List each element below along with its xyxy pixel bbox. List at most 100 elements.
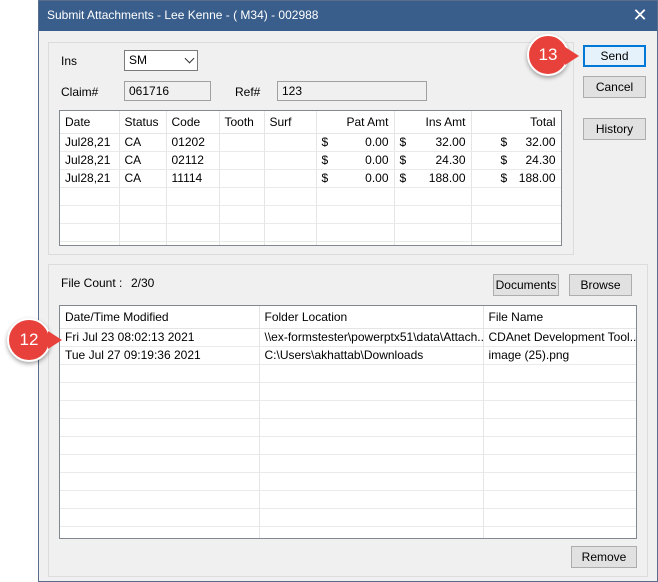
title-bar: Submit Attachments - Lee Kenne - ( M34) … — [39, 1, 657, 31]
callout-send-number: 13 — [538, 45, 558, 64]
ins-label: Ins — [61, 54, 78, 68]
cell-surf — [264, 151, 317, 170]
procedures-header-row: Date Status Code Tooth Surf Pat Amt Ins … — [60, 111, 561, 134]
table-row-empty — [60, 205, 561, 224]
currency-symbol: $ — [399, 135, 407, 149]
table-row-empty — [60, 223, 561, 242]
callout-file-number: 12 — [19, 330, 39, 349]
column-header-ins-amt[interactable]: Ins Amt — [394, 111, 472, 134]
callout-arrow-file — [48, 331, 62, 349]
table-row-empty — [60, 382, 636, 401]
documents-button[interactable]: Documents — [493, 274, 559, 296]
cell-total: $188.00 — [471, 169, 561, 188]
cancel-button[interactable]: Cancel — [583, 76, 646, 98]
file-count-value: 2/30 — [131, 276, 155, 290]
currency-symbol: $ — [500, 153, 508, 167]
currency-symbol: $ — [500, 171, 508, 185]
currency-symbol: $ — [399, 153, 407, 167]
table-row[interactable]: Jul28,21 CA 02112 $0.00 $24.30 $24.30 — [60, 151, 561, 170]
amount: 0.00 — [365, 171, 389, 185]
cell-ins-amt: $188.00 — [394, 169, 472, 188]
cell-date-modified: Tue Jul 27 09:19:36 2021 — [60, 346, 260, 365]
cell-folder-location: \\ex-formstester\powerptx51\data\Attach.… — [259, 328, 484, 347]
cell-pat-amt: $0.00 — [316, 133, 395, 152]
ins-select-value: SM — [129, 53, 147, 67]
amount: 24.30 — [435, 153, 466, 167]
ins-select[interactable]: SM — [124, 50, 198, 71]
table-row-empty — [60, 490, 636, 509]
column-header-code[interactable]: Code — [166, 111, 220, 134]
cell-date-modified: Fri Jul 23 08:02:13 2021 — [60, 328, 260, 347]
amount: 188.00 — [428, 171, 466, 185]
callout-badge-send: 13 — [527, 34, 569, 76]
column-header-surf[interactable]: Surf — [264, 111, 317, 134]
table-row-empty — [60, 418, 636, 437]
column-header-pat-amt[interactable]: Pat Amt — [316, 111, 395, 134]
cell-ins-amt: $24.30 — [394, 151, 472, 170]
table-row-empty — [60, 241, 561, 245]
table-row[interactable]: Jul28,21 CA 11114 $0.00 $188.00 $188.00 — [60, 169, 561, 188]
table-row[interactable]: Tue Jul 27 09:19:36 2021 C:\Users\akhatt… — [60, 346, 636, 365]
cell-status: CA — [119, 133, 167, 152]
table-row-empty — [60, 436, 636, 455]
amount: 0.00 — [365, 135, 389, 149]
cell-status: CA — [119, 151, 167, 170]
table-row-empty — [60, 364, 636, 383]
callout-badge-file: 12 — [7, 318, 51, 362]
cell-tooth — [219, 169, 265, 188]
callout-arrow-send — [565, 47, 579, 65]
column-header-status[interactable]: Status — [119, 111, 167, 134]
remove-button[interactable]: Remove — [571, 546, 637, 568]
table-row-empty — [60, 508, 636, 527]
amount: 0.00 — [365, 153, 389, 167]
claim-label: Claim# — [61, 85, 99, 99]
currency-symbol: $ — [321, 135, 329, 149]
table-row[interactable]: Jul28,21 CA 01202 $0.00 $32.00 $32.00 — [60, 133, 561, 152]
column-header-total[interactable]: Total — [471, 111, 561, 134]
column-header-tooth[interactable]: Tooth — [219, 111, 265, 134]
cell-date: Jul28,21 — [60, 133, 120, 152]
table-row[interactable]: Fri Jul 23 08:02:13 2021 \\ex-formsteste… — [60, 328, 636, 347]
file-count-label: File Count : — [61, 276, 123, 290]
procedures-table[interactable]: Date Status Code Tooth Surf Pat Amt Ins … — [59, 110, 562, 246]
send-button[interactable]: Send — [583, 45, 646, 67]
column-header-date[interactable]: Date — [60, 111, 120, 134]
amount: 32.00 — [435, 135, 466, 149]
history-button[interactable]: History — [583, 118, 646, 140]
table-row-empty — [60, 400, 636, 419]
cell-ins-amt: $32.00 — [394, 133, 472, 152]
cell-status: CA — [119, 169, 167, 188]
close-icon[interactable]: ✕ — [629, 4, 651, 26]
submit-attachments-dialog: Submit Attachments - Lee Kenne - ( M34) … — [38, 0, 658, 582]
cell-surf — [264, 169, 317, 188]
currency-symbol: $ — [321, 153, 329, 167]
ref-label: Ref# — [235, 85, 261, 99]
column-header-file-name[interactable]: File Name — [483, 306, 636, 329]
currency-symbol: $ — [399, 171, 407, 185]
column-header-date-modified[interactable]: Date/Time Modified — [60, 306, 260, 329]
cell-code: 11114 — [166, 169, 220, 188]
files-panel: File Count : 2/30 Documents Browse Date/… — [48, 264, 648, 577]
currency-symbol: $ — [500, 135, 508, 149]
cell-folder-location: C:\Users\akhattab\Downloads — [259, 346, 484, 365]
cell-pat-amt: $0.00 — [316, 151, 395, 170]
files-table[interactable]: Date/Time Modified Folder Location File … — [59, 305, 637, 539]
cell-date: Jul28,21 — [60, 169, 120, 188]
table-row-empty — [60, 187, 561, 206]
cell-date: Jul28,21 — [60, 151, 120, 170]
currency-symbol: $ — [321, 171, 329, 185]
cell-code: 02112 — [166, 151, 220, 170]
column-header-folder-location[interactable]: Folder Location — [259, 306, 484, 329]
browse-button[interactable]: Browse — [569, 274, 632, 296]
table-row-empty — [60, 526, 636, 538]
amount: 32.00 — [525, 135, 556, 149]
cell-code: 01202 — [166, 133, 220, 152]
cell-pat-amt: $0.00 — [316, 169, 395, 188]
cell-tooth — [219, 133, 265, 152]
ref-field[interactable]: 123 — [277, 81, 427, 101]
claim-field[interactable]: 061716 — [124, 81, 211, 101]
cell-file-name: image (25).png — [483, 346, 636, 365]
chevron-down-icon — [184, 53, 195, 64]
table-row-empty — [60, 472, 636, 491]
claim-panel: Ins SM Claim# 061716 Ref# 123 Date Statu… — [48, 42, 574, 255]
